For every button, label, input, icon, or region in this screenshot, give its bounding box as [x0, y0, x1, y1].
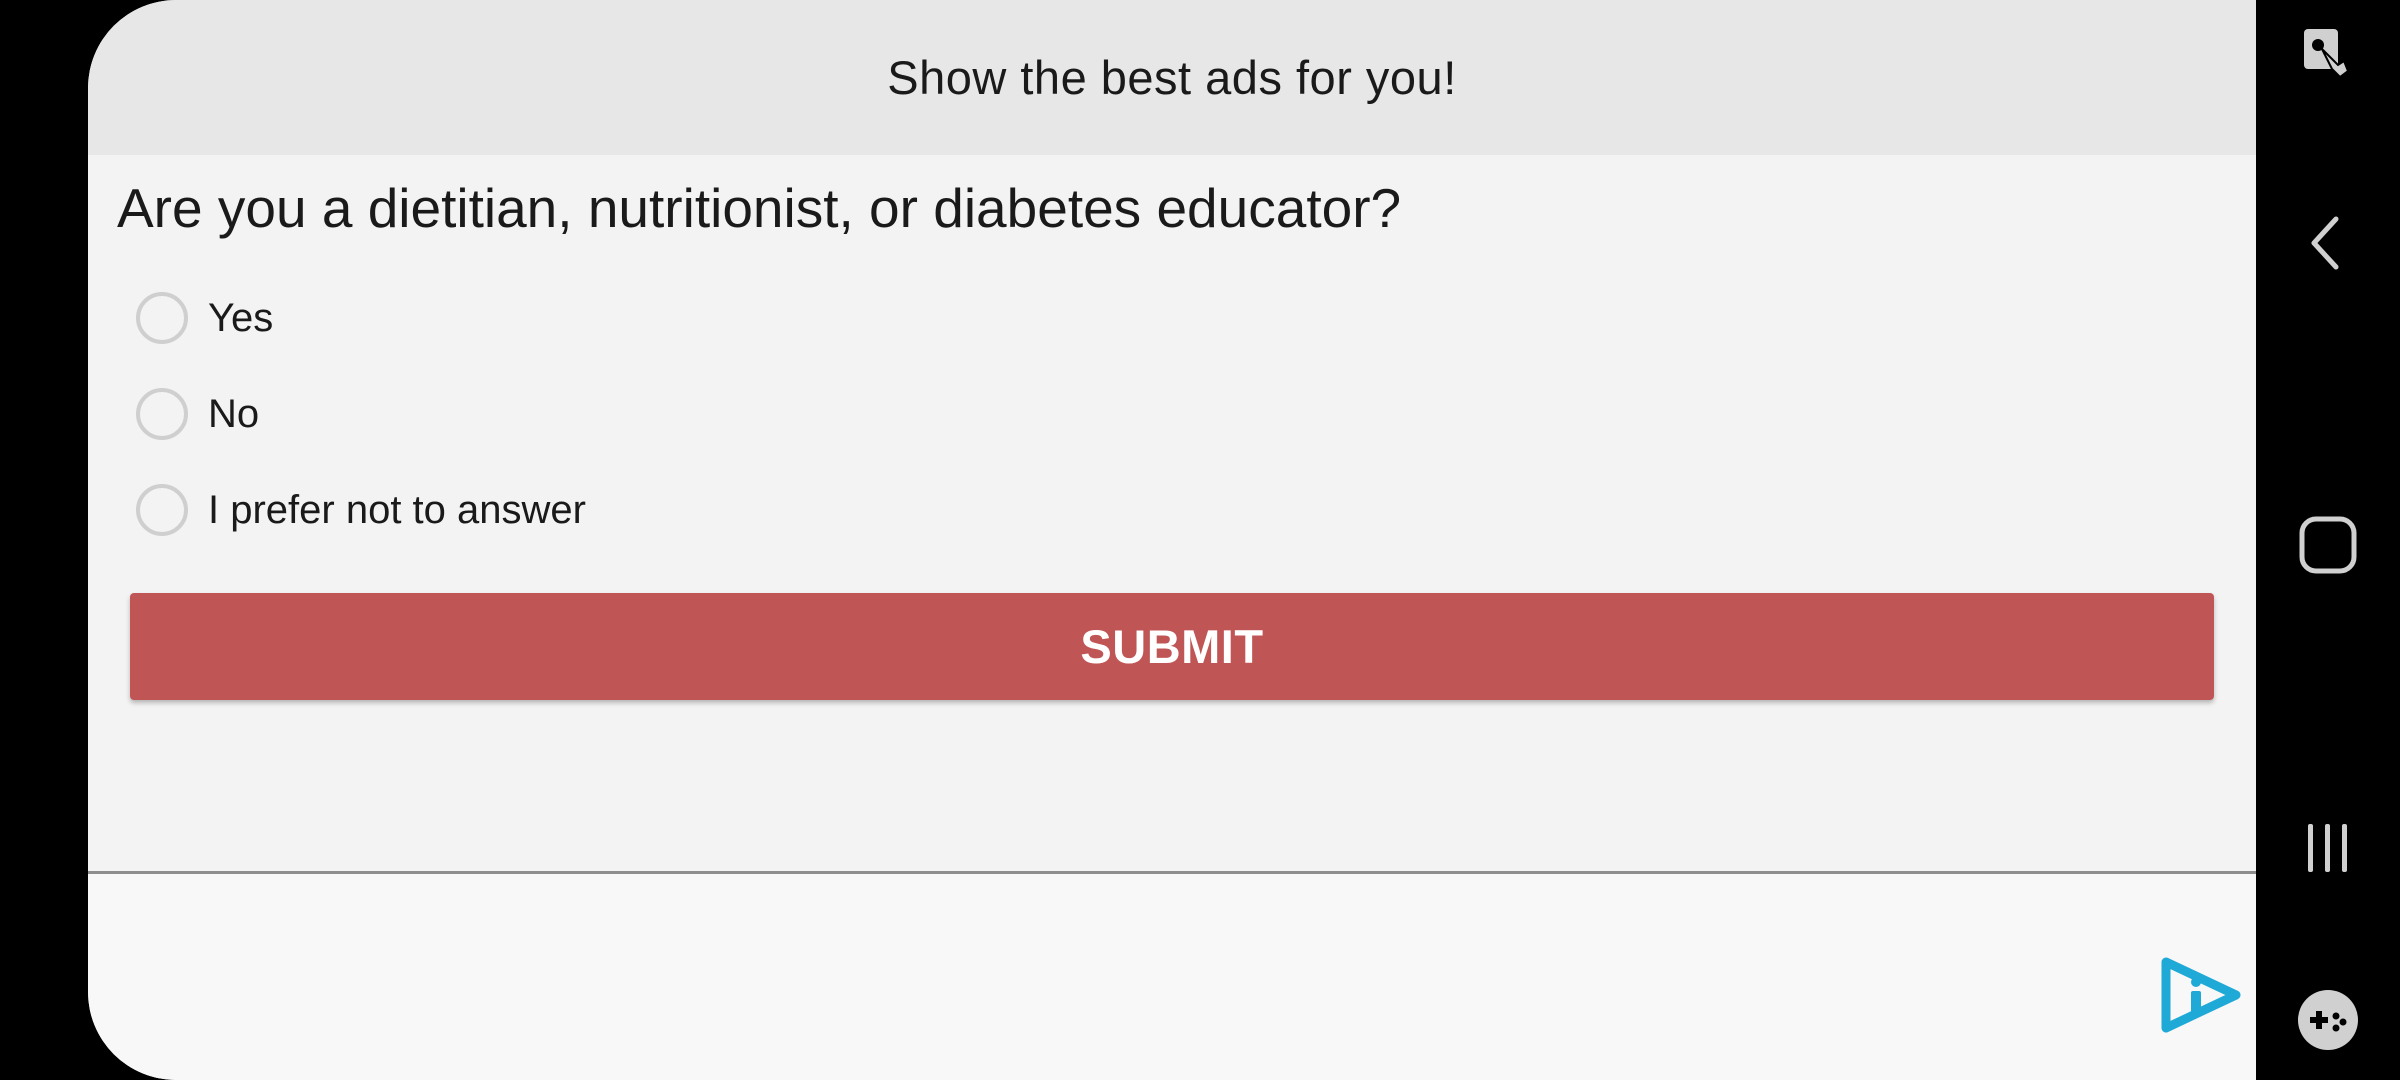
option-label-prefer-not: I prefer not to answer — [208, 487, 586, 532]
survey-question: Are you a dietitian, nutritionist, or di… — [117, 177, 1402, 239]
survey-header: Show the best ads for you! — [88, 0, 2256, 155]
radio-button-yes[interactable] — [136, 292, 188, 344]
app-screen: Show the best ads for you! Are you a die… — [88, 0, 2256, 1080]
chevron-left-icon[interactable] — [2278, 193, 2378, 293]
submit-label: SUBMIT — [1080, 620, 1264, 673]
header-title: Show the best ads for you! — [887, 51, 1457, 104]
radio-button-no[interactable] — [136, 388, 188, 440]
option-label-yes: Yes — [208, 295, 274, 340]
option-prefer-not[interactable]: I prefer not to answer — [136, 481, 586, 539]
option-yes[interactable]: Yes — [136, 289, 586, 347]
three-bars-icon[interactable] — [2278, 798, 2378, 898]
answer-options: Yes No I prefer not to answer — [136, 289, 586, 577]
gamepad-icon[interactable] — [2278, 970, 2378, 1070]
screen-touch-icon[interactable] — [2278, 5, 2378, 105]
system-nav-bar — [2256, 0, 2400, 1080]
play-info-icon[interactable] — [2158, 952, 2244, 1038]
radio-button-prefer-not[interactable] — [136, 484, 188, 536]
rounded-square-icon[interactable] — [2278, 495, 2378, 595]
ad-footer — [88, 874, 2256, 1080]
option-label-no: No — [208, 391, 260, 436]
option-no[interactable]: No — [136, 385, 586, 443]
submit-button[interactable]: SUBMIT — [130, 593, 2214, 700]
